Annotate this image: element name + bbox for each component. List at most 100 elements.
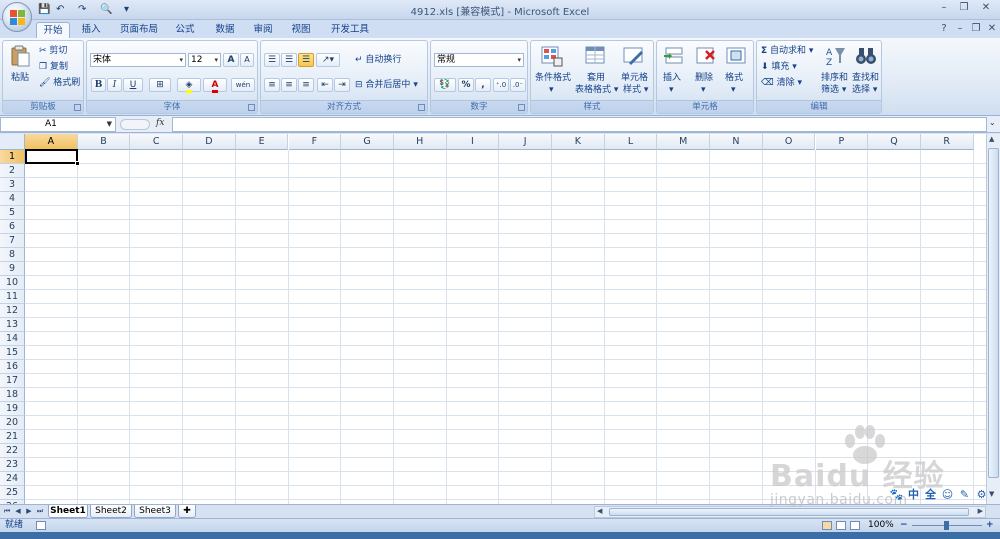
row-header-7[interactable]: 7	[0, 234, 25, 248]
row-header-16[interactable]: 16	[0, 360, 25, 374]
prev-sheet-icon[interactable]: ◀	[13, 506, 23, 517]
column-header-b[interactable]: B	[77, 134, 131, 150]
format-button[interactable]: 格式	[725, 73, 743, 84]
row-header-6[interactable]: 6	[0, 220, 25, 234]
column-header-j[interactable]: J	[499, 134, 552, 150]
decrease-indent-button[interactable]: ⇤	[317, 78, 333, 92]
cut-button[interactable]: ✂ 剪切	[39, 46, 67, 57]
workbook-restore-button[interactable]: ❐	[968, 22, 984, 36]
sort-filter-label-1[interactable]: 排序和	[821, 73, 848, 84]
row-header-4[interactable]: 4	[0, 192, 25, 206]
merge-center-button[interactable]: ⊟ 合并后居中 ▾	[355, 80, 418, 91]
last-sheet-icon[interactable]: ⏭	[35, 506, 45, 517]
first-sheet-icon[interactable]: ⏮	[2, 506, 12, 517]
tab-formulas[interactable]: 公式	[170, 22, 200, 38]
column-header-a[interactable]: A	[25, 134, 78, 150]
increase-indent-button[interactable]: ⇥	[334, 78, 350, 92]
align-bottom-button[interactable]: ☰	[298, 53, 314, 67]
horizontal-scroll-thumb[interactable]	[609, 508, 969, 516]
shrink-font-button[interactable]: A	[240, 53, 254, 67]
select-all-corner[interactable]	[0, 134, 25, 150]
tab-insert[interactable]: 插入	[76, 22, 106, 38]
borders-button[interactable]: ⊞	[149, 78, 171, 92]
tab-developer[interactable]: 开发工具	[326, 22, 374, 38]
row-header-1[interactable]: 1	[0, 150, 25, 164]
column-header-p[interactable]: P	[815, 134, 869, 150]
zoom-level[interactable]: 100%	[868, 519, 894, 532]
vertical-scroll-thumb[interactable]	[988, 148, 999, 478]
row-header-21[interactable]: 21	[0, 430, 25, 444]
fill-handle[interactable]	[75, 161, 80, 166]
phonetic-guide-button[interactable]: wén	[231, 78, 255, 92]
grow-font-button[interactable]: A	[223, 53, 239, 67]
row-header-20[interactable]: 20	[0, 416, 25, 430]
sheet-tab-sheet1[interactable]: Sheet1	[48, 505, 88, 518]
clear-button[interactable]: ⌫ 清除 ▾	[761, 78, 802, 89]
autosum-button[interactable]: Σ 自动求和 ▾	[761, 46, 813, 57]
copy-button[interactable]: ❐ 复制	[39, 62, 68, 73]
paste-icon[interactable]	[9, 45, 31, 67]
scroll-right-icon[interactable]: ▶	[978, 507, 983, 515]
fill-button[interactable]: ⬇ 填充 ▾	[761, 62, 797, 73]
font-color-button[interactable]: A	[203, 78, 227, 93]
find-select-label-1[interactable]: 查找和	[852, 73, 879, 84]
row-header-15[interactable]: 15	[0, 346, 25, 360]
bold-button[interactable]: B	[91, 78, 106, 92]
delete-button[interactable]: 删除	[695, 73, 713, 84]
find-select-button[interactable]: 选择 ▾	[852, 85, 877, 96]
row-header-5[interactable]: 5	[0, 206, 25, 220]
column-header-d[interactable]: D	[183, 134, 236, 150]
number-format-box[interactable]: 常规 ▾	[434, 53, 524, 67]
page-break-view-icon[interactable]	[850, 521, 860, 530]
wrap-text-button[interactable]: ↵ 自动换行	[355, 55, 401, 66]
column-header-i[interactable]: I	[446, 134, 500, 150]
format-dropdown-icon[interactable]: ▾	[731, 85, 736, 96]
column-header-q[interactable]: Q	[868, 134, 921, 150]
column-header-r[interactable]: R	[920, 134, 974, 150]
ime-paw-icon[interactable]: 🐾	[888, 488, 905, 501]
conditional-formatting-button[interactable]: 条件格式	[535, 73, 571, 84]
cell-styles-button[interactable]: 样式 ▾	[623, 85, 648, 96]
column-header-n[interactable]: N	[710, 134, 763, 150]
number-dialog-launcher[interactable]	[518, 104, 525, 111]
zoom-slider-thumb[interactable]	[944, 521, 949, 530]
align-center-button[interactable]: ≡	[281, 78, 297, 92]
sheet-tab-sheet2[interactable]: Sheet2	[90, 505, 132, 518]
formula-cancel-enter-buttons[interactable]	[120, 119, 150, 130]
workbook-close-button[interactable]: ✕	[984, 22, 1000, 36]
tab-page-layout[interactable]: 页面布局	[114, 22, 164, 38]
column-header-l[interactable]: L	[604, 134, 658, 150]
tab-view[interactable]: 视图	[286, 22, 316, 38]
sheet-tab-sheet3[interactable]: Sheet3	[134, 505, 176, 518]
column-header-o[interactable]: O	[762, 134, 816, 150]
zoom-out-button[interactable]: −	[900, 519, 908, 532]
align-left-button[interactable]: ≡	[264, 78, 280, 92]
row-header-12[interactable]: 12	[0, 304, 25, 318]
row-header-11[interactable]: 11	[0, 290, 25, 304]
tab-home[interactable]: 开始	[36, 22, 70, 38]
column-header-f[interactable]: F	[288, 134, 342, 150]
accounting-format-button[interactable]: 💱	[434, 78, 456, 92]
workbook-minimize-button[interactable]: –	[952, 22, 968, 36]
ime-emoji-icon[interactable]: ☺	[939, 488, 956, 501]
row-header-14[interactable]: 14	[0, 332, 25, 346]
minimize-button[interactable]: –	[936, 1, 952, 15]
help-icon[interactable]: ?	[936, 22, 952, 36]
row-header-23[interactable]: 23	[0, 458, 25, 472]
column-header-h[interactable]: H	[393, 134, 447, 150]
increase-decimal-button[interactable]: ⁺.0	[493, 78, 509, 92]
comma-style-button[interactable]: ,	[475, 78, 491, 92]
column-header-k[interactable]: K	[552, 134, 605, 150]
italic-button[interactable]: I	[107, 78, 122, 92]
format-as-table-button[interactable]: 表格格式 ▾	[575, 85, 618, 96]
row-header-25[interactable]: 25	[0, 486, 25, 500]
alignment-dialog-launcher[interactable]	[418, 104, 425, 111]
insert-dropdown-icon[interactable]: ▾	[669, 85, 674, 96]
office-button[interactable]	[2, 2, 32, 32]
row-header-2[interactable]: 2	[0, 164, 25, 178]
column-header-g[interactable]: G	[341, 134, 394, 150]
active-cell-a1[interactable]	[25, 149, 78, 164]
scroll-up-icon[interactable]: ▲	[989, 135, 994, 143]
page-layout-view-icon[interactable]	[836, 521, 846, 530]
tab-review[interactable]: 审阅	[248, 22, 278, 38]
